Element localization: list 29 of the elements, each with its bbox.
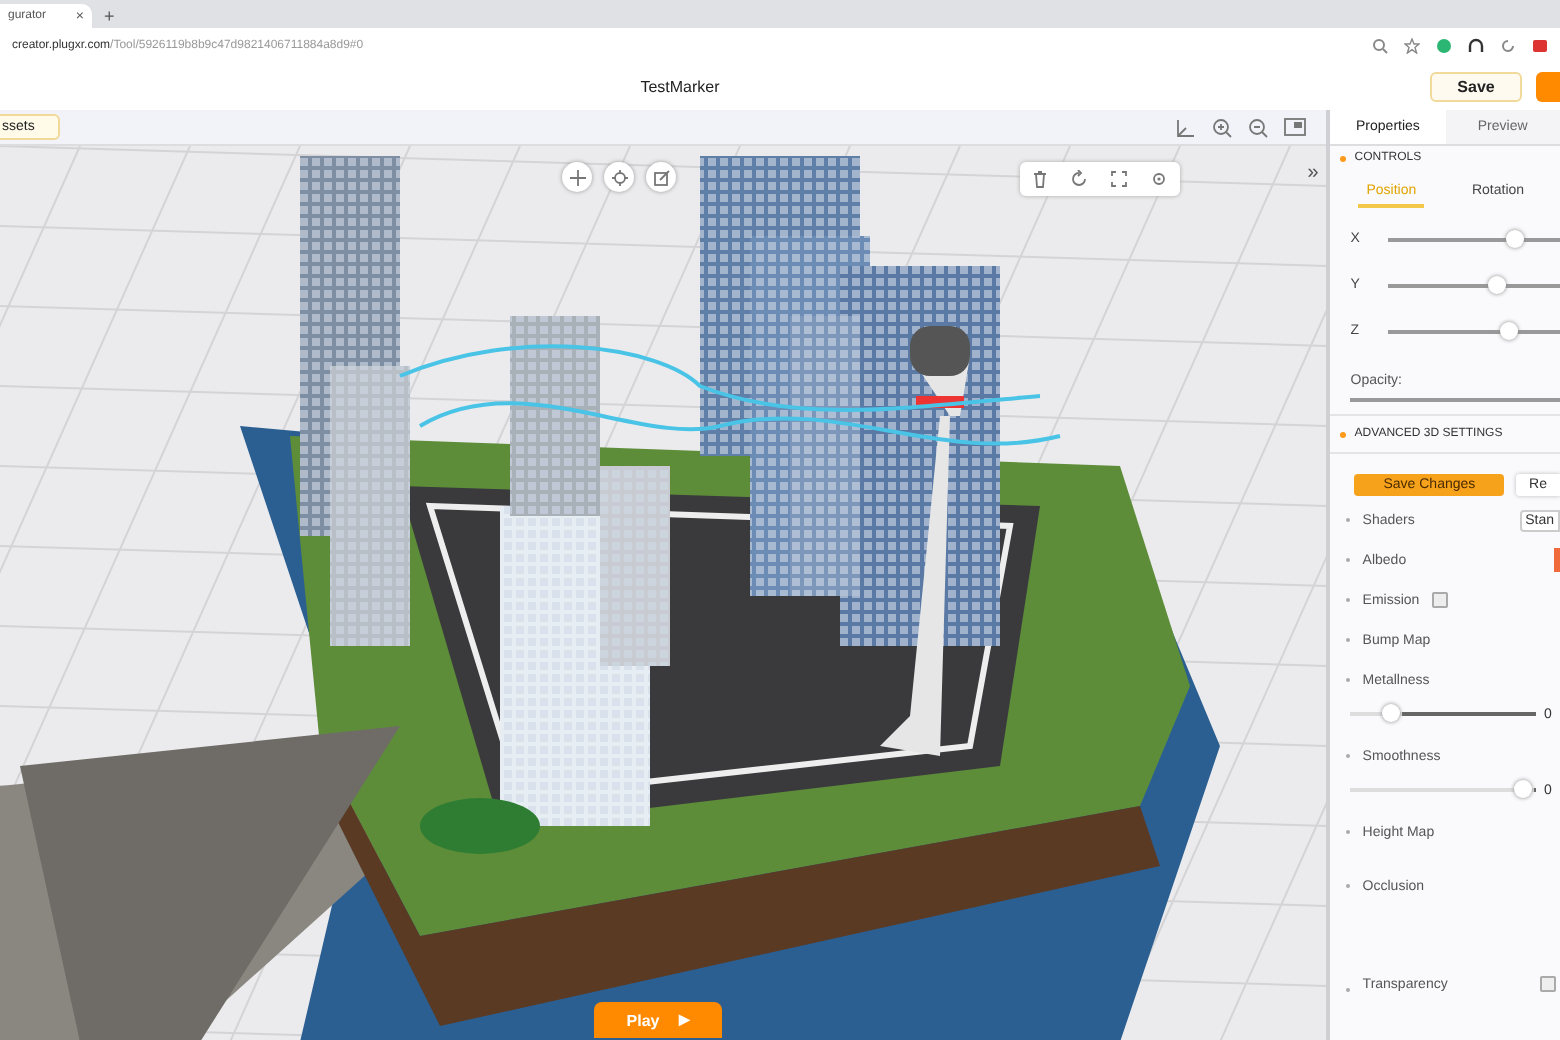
star-icon[interactable] bbox=[1404, 38, 1420, 54]
target-icon bbox=[611, 169, 627, 185]
axis-icon[interactable] bbox=[1176, 117, 1197, 137]
bullet-icon bbox=[1340, 431, 1347, 437]
new-tab-icon[interactable]: + bbox=[104, 4, 115, 28]
slider-thumb[interactable] bbox=[1505, 229, 1524, 247]
bullet-icon bbox=[1340, 155, 1347, 161]
collapse-button[interactable]: » bbox=[1307, 162, 1319, 184]
refresh-icon[interactable] bbox=[1500, 38, 1516, 54]
checkbox[interactable] bbox=[1540, 976, 1556, 992]
zoom-out-icon[interactable] bbox=[1248, 117, 1269, 137]
save-button[interactable]: Save bbox=[1430, 72, 1522, 102]
rotate-icon[interactable] bbox=[1069, 170, 1088, 188]
slider-thumb[interactable] bbox=[1513, 780, 1531, 798]
search-icon[interactable] bbox=[1372, 38, 1388, 54]
slider-thumb[interactable] bbox=[1500, 321, 1519, 339]
target-icon[interactable] bbox=[1150, 170, 1169, 188]
slider-thumb[interactable] bbox=[1381, 704, 1400, 722]
app-title: TestMarker bbox=[638, 78, 722, 96]
move-icon bbox=[569, 169, 585, 185]
slider-thumb[interactable] bbox=[1488, 275, 1507, 293]
edit-icon bbox=[653, 169, 669, 185]
fullscreen-icon[interactable] bbox=[1110, 170, 1129, 188]
zoom-in-icon[interactable] bbox=[1212, 117, 1233, 137]
color-swatch[interactable] bbox=[1554, 548, 1560, 572]
trash-icon[interactable] bbox=[1031, 170, 1048, 188]
checkbox[interactable] bbox=[1431, 592, 1448, 608]
picture-in-picture-icon[interactable] bbox=[1284, 118, 1307, 136]
headphones-icon[interactable] bbox=[1468, 38, 1484, 54]
